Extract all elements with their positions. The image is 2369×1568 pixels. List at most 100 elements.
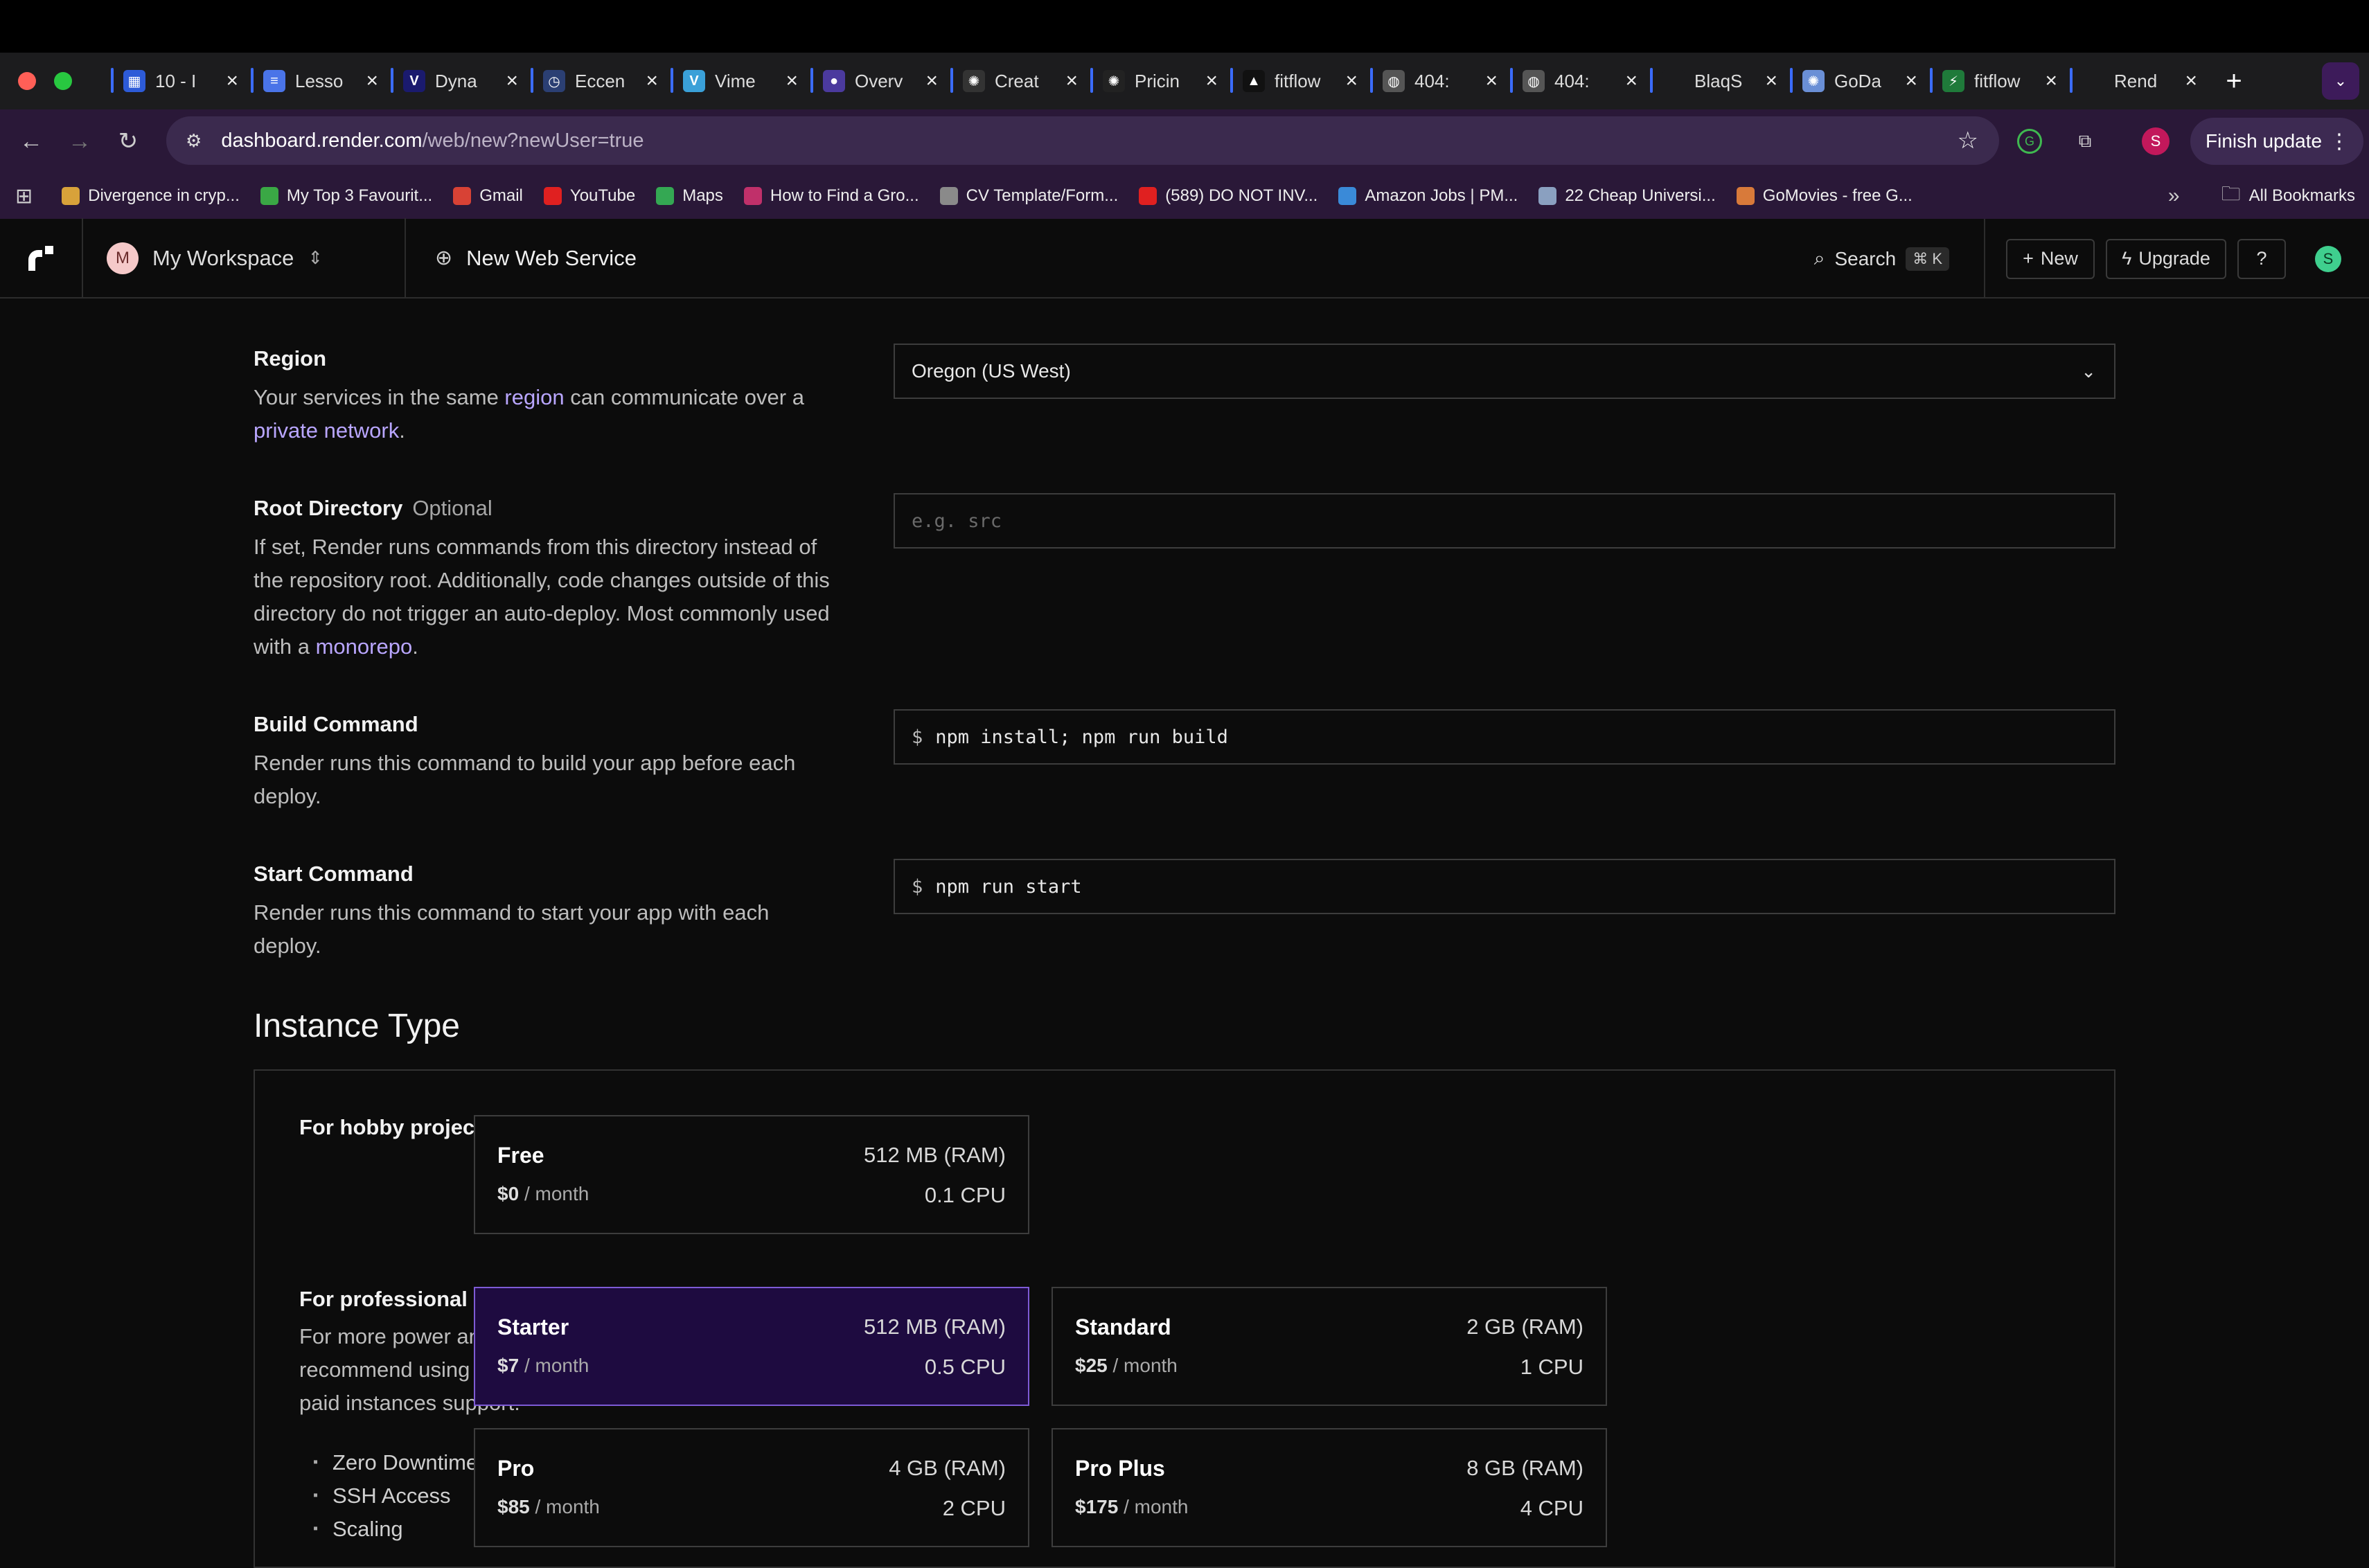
browser-tab[interactable]: ▦ 10 - I × xyxy=(111,53,251,109)
tab-list: ▦ 10 - I × ≡ Lesso × V Dyna × ◷ Eccen × V Vi… xyxy=(111,53,2210,109)
browser-toolbar: ← → ↻ ⚙ dashboard.render.com/web/new?new… xyxy=(0,109,2369,173)
close-tab-icon[interactable]: × xyxy=(925,69,938,93)
bookmark-item[interactable]: GoMovies - free G... xyxy=(1736,186,1913,206)
close-tab-icon[interactable]: × xyxy=(2185,69,2197,93)
start-command-input[interactable]: $ npm run start xyxy=(894,859,2115,914)
private-network-link[interactable]: private network xyxy=(254,418,399,443)
help-icon[interactable]: ? xyxy=(2237,238,2286,279)
plan-card-starter[interactable]: Starter 512 MB (RAM) $7 / month 0.5 CPU xyxy=(474,1287,1029,1406)
zoom-window-button[interactable] xyxy=(54,72,72,90)
profile-avatar[interactable]: S xyxy=(2142,127,2170,155)
instance-type-heading: Instance Type xyxy=(254,1008,460,1044)
bookmark-favicon-icon xyxy=(1139,187,1157,205)
plan-card-free[interactable]: Free 512 MB (RAM) $0 / month 0.1 CPU xyxy=(474,1115,1029,1234)
close-tab-icon[interactable]: × xyxy=(226,69,238,93)
plan-card-pro[interactable]: Pro 4 GB (RAM) $85 / month 2 CPU xyxy=(474,1428,1029,1547)
bookmark-item[interactable]: (589) DO NOT INV... xyxy=(1139,186,1317,206)
close-tab-icon[interactable]: × xyxy=(1485,69,1498,93)
search-button[interactable]: ⌕ Search ⌘ K xyxy=(1814,247,1949,271)
more-bookmarks-chevron-icon[interactable]: » xyxy=(2168,184,2180,208)
grammarly-extension-icon[interactable]: G xyxy=(2017,129,2042,154)
browser-tab[interactable]: Rend × xyxy=(2070,53,2210,109)
build-prefix: $ xyxy=(912,726,923,748)
new-button[interactable]: + New xyxy=(2006,238,2095,279)
bookmark-item[interactable]: Divergence in cryp... xyxy=(62,186,240,206)
upgrade-button[interactable]: ϟ Upgrade xyxy=(2106,238,2226,279)
address-bar[interactable]: ⚙ dashboard.render.com/web/new?newUser=t… xyxy=(166,116,1999,165)
browser-tab[interactable]: BlaqS × xyxy=(1650,53,1790,109)
close-tab-icon[interactable]: × xyxy=(786,69,798,93)
browser-tab[interactable]: ● Overv × xyxy=(810,53,950,109)
more-menu-icon[interactable]: ⋮ xyxy=(2329,130,2350,154)
close-tab-icon[interactable]: × xyxy=(1765,69,1777,93)
close-tab-icon[interactable]: × xyxy=(506,69,518,93)
browser-tab[interactable]: ◍ 404: × xyxy=(1510,53,1650,109)
close-tab-icon[interactable]: × xyxy=(2045,69,2057,93)
header-divider xyxy=(1984,219,1985,299)
browser-tab[interactable]: ◷ Eccen × xyxy=(531,53,671,109)
close-tab-icon[interactable]: × xyxy=(366,69,378,93)
close-window-button[interactable] xyxy=(18,72,36,90)
monorepo-link[interactable]: monorepo xyxy=(316,634,413,659)
browser-tab[interactable]: V Vime × xyxy=(671,53,810,109)
close-tab-icon[interactable]: × xyxy=(646,69,658,93)
bookmark-item[interactable]: YouTube xyxy=(543,186,635,206)
build-command-input[interactable]: $ npm install; npm run build xyxy=(894,709,2115,765)
browser-tab[interactable]: ◍ 404: × xyxy=(1370,53,1510,109)
apps-grid-icon[interactable]: ⊞ xyxy=(15,184,33,208)
browser-tab[interactable]: ✺ Pricin × xyxy=(1090,53,1230,109)
doc-icon: ≡ xyxy=(263,70,285,92)
browser-tab[interactable]: V Dyna × xyxy=(391,53,531,109)
bookmark-item[interactable]: Gmail xyxy=(453,186,523,206)
plan-card-pro-plus[interactable]: Pro Plus 8 GB (RAM) $175 / month 4 CPU xyxy=(1052,1428,1607,1547)
bookmark-item[interactable]: Amazon Jobs | PM... xyxy=(1338,186,1518,206)
browser-tab[interactable]: ▲ fitflow × xyxy=(1230,53,1370,109)
extensions-puzzle-icon[interactable]: ⧉ xyxy=(2068,125,2102,158)
workspace-switcher[interactable]: M My Workspace ⇕ xyxy=(83,218,406,298)
finish-update-button[interactable]: Finish update ⋮ xyxy=(2190,118,2363,165)
plan-price: $175 / month xyxy=(1075,1496,1189,1517)
plan-price: $0 / month xyxy=(497,1183,589,1204)
site-settings-icon[interactable]: ⚙ xyxy=(186,130,202,152)
close-tab-icon[interactable]: × xyxy=(1345,69,1358,93)
browser-tab[interactable]: ✺ GoDa × xyxy=(1790,53,1930,109)
bookmark-item[interactable]: My Top 3 Favourit... xyxy=(260,186,432,206)
all-bookmarks-button[interactable]: 🗀 All Bookmarks xyxy=(2221,179,2355,213)
root-directory-input[interactable]: e.g. src xyxy=(894,493,2115,549)
user-avatar[interactable]: S xyxy=(2315,245,2341,272)
new-tab-button[interactable]: + xyxy=(2210,66,2258,97)
plan-ram: 512 MB (RAM) xyxy=(864,1315,1006,1339)
back-arrow-icon[interactable]: ← xyxy=(7,128,55,155)
plan-name: Free xyxy=(497,1143,544,1168)
close-tab-icon[interactable]: × xyxy=(1205,69,1218,93)
bookmark-item[interactable]: How to Find a Gro... xyxy=(743,186,919,206)
browser-tab[interactable]: ⚡ fitflow × xyxy=(1930,53,2070,109)
bookmark-favicon-icon xyxy=(743,187,762,205)
browser-tab[interactable]: ✺ Creat × xyxy=(950,53,1090,109)
bookmark-label: Gmail xyxy=(479,186,523,205)
tab-title: fitflow xyxy=(1275,70,1321,91)
forward-arrow-icon[interactable]: → xyxy=(55,128,104,155)
region-link[interactable]: region xyxy=(504,385,564,409)
build-command-description: Render runs this command to build your a… xyxy=(254,751,796,808)
close-tab-icon[interactable]: × xyxy=(1065,69,1078,93)
browser-tab[interactable]: ≡ Lesso × xyxy=(251,53,391,109)
start-command-description: Render runs this command to start your a… xyxy=(254,900,770,958)
bookmark-item[interactable]: Maps xyxy=(656,186,723,206)
bookmark-item[interactable]: CV Template/Form... xyxy=(939,186,1118,206)
app-header: M My Workspace ⇕ ⊕ New Web Service ⌕ Sea… xyxy=(0,218,2369,299)
plan-cpu: 0.5 CPU xyxy=(924,1355,1006,1379)
tab-title: Pricin xyxy=(1135,70,1180,91)
tab-title: Creat xyxy=(995,70,1039,91)
tab-title: 10 - I xyxy=(155,70,197,91)
close-tab-icon[interactable]: × xyxy=(1625,69,1638,93)
bookmark-item[interactable]: 22 Cheap Universi... xyxy=(1538,186,1716,206)
reload-icon[interactable]: ↻ xyxy=(104,127,152,155)
render-logo[interactable] xyxy=(0,218,83,298)
tab-search-button[interactable]: ⌄ xyxy=(2322,62,2359,100)
region-select[interactable]: Oregon (US West) ⌄ xyxy=(894,344,2115,399)
close-tab-icon[interactable]: × xyxy=(1905,69,1917,93)
v-icon: V xyxy=(403,70,425,92)
plan-card-standard[interactable]: Standard 2 GB (RAM) $25 / month 1 CPU xyxy=(1052,1287,1607,1406)
bookmark-star-icon[interactable]: ☆ xyxy=(1958,127,1978,154)
